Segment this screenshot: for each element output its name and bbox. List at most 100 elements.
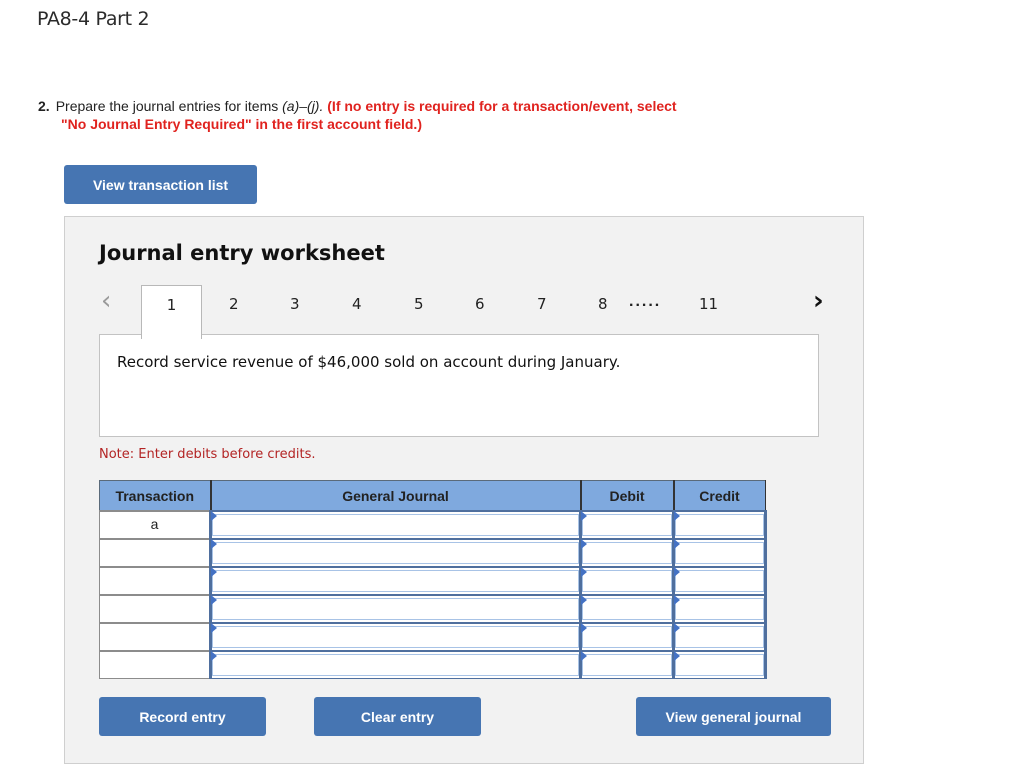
flag-icon <box>581 651 587 661</box>
account-field[interactable] <box>212 514 579 536</box>
journal-row <box>99 594 767 624</box>
debit-field[interactable] <box>582 542 672 564</box>
debit-field[interactable] <box>582 598 672 620</box>
account-field[interactable] <box>212 654 579 676</box>
transaction-label: a <box>150 516 159 532</box>
credit-cell <box>672 622 767 652</box>
tab-1[interactable]: 1 <box>141 285 202 339</box>
credit-field[interactable] <box>675 542 764 564</box>
flag-icon <box>674 539 680 549</box>
worksheet-title: Journal entry worksheet <box>99 241 385 265</box>
instruction-text: Prepare the journal entries for items <box>55 98 283 114</box>
debit-cell <box>579 538 675 568</box>
transaction-label <box>100 540 209 544</box>
dropdown-flag-icon <box>211 567 217 577</box>
debit-cell <box>579 566 675 596</box>
instruction-number: 2. <box>38 98 50 114</box>
clear-entry-button[interactable]: Clear entry <box>314 697 481 736</box>
tab-5[interactable]: 5 <box>414 295 424 313</box>
journal-row: a <box>99 510 767 540</box>
transaction-cell <box>99 566 211 596</box>
debit-field[interactable] <box>582 654 672 676</box>
record-entry-button[interactable]: Record entry <box>99 697 266 736</box>
flag-icon <box>674 623 680 633</box>
tab-3[interactable]: 3 <box>290 295 300 313</box>
chevron-left-icon[interactable]: ‹ <box>101 288 111 314</box>
credit-cell <box>672 566 767 596</box>
account-cell <box>209 594 582 624</box>
account-cell <box>209 650 582 679</box>
flag-icon <box>581 595 587 605</box>
credit-field[interactable] <box>675 514 764 536</box>
flag-icon <box>674 511 680 521</box>
account-cell <box>209 538 582 568</box>
journal-row <box>99 566 767 596</box>
transaction-description-box: Record service revenue of $46,000 sold o… <box>99 334 819 437</box>
page-title: PA8-4 Part 2 <box>37 8 150 30</box>
flag-icon <box>581 623 587 633</box>
credit-field[interactable] <box>675 570 764 592</box>
flag-icon <box>581 539 587 549</box>
debit-field[interactable] <box>582 626 672 648</box>
credit-cell <box>672 594 767 624</box>
debit-cell <box>579 510 675 540</box>
tab-4[interactable]: 4 <box>352 295 362 313</box>
header-credit: Credit <box>673 480 766 512</box>
journal-entry-worksheet: Journal entry worksheet ‹ 1 2 3 4 5 6 7 … <box>64 216 864 764</box>
journal-table: Transaction General Journal Debit Credit… <box>99 480 767 679</box>
dropdown-flag-icon <box>211 651 217 661</box>
flag-icon <box>674 651 680 661</box>
chevron-right-icon[interactable]: › <box>813 288 824 314</box>
transaction-cell <box>99 622 211 652</box>
transaction-label <box>100 568 209 572</box>
tab-2[interactable]: 2 <box>229 295 239 313</box>
credit-field[interactable] <box>675 654 764 676</box>
header-general-journal: General Journal <box>210 480 582 512</box>
tab-7[interactable]: 7 <box>537 295 547 313</box>
instruction-warning-line1: (If no entry is required for a transacti… <box>327 98 677 114</box>
journal-header-row: Transaction General Journal Debit Credit <box>99 480 766 512</box>
view-transaction-list-button[interactable]: View transaction list <box>64 165 257 204</box>
credit-cell <box>672 650 767 679</box>
items-range: (a)–(j). <box>282 98 324 114</box>
tab-6[interactable]: 6 <box>475 295 485 313</box>
credit-cell <box>672 510 767 540</box>
transaction-label <box>100 624 209 628</box>
journal-row <box>99 622 767 652</box>
flag-icon <box>581 511 587 521</box>
transaction-cell: a <box>99 510 211 540</box>
journal-row <box>99 538 767 568</box>
header-debit: Debit <box>580 480 675 512</box>
transaction-label <box>100 652 209 656</box>
debit-field[interactable] <box>582 570 672 592</box>
debit-field[interactable] <box>582 514 672 536</box>
credit-field[interactable] <box>675 626 764 648</box>
dropdown-flag-icon <box>211 539 217 549</box>
view-general-journal-button[interactable]: View general journal <box>636 697 831 736</box>
account-cell <box>209 566 582 596</box>
dropdown-flag-icon <box>211 595 217 605</box>
header-transaction: Transaction <box>99 480 212 512</box>
flag-icon <box>674 567 680 577</box>
journal-row <box>99 650 767 679</box>
tab-8[interactable]: 8 <box>598 295 608 313</box>
credit-field[interactable] <box>675 598 764 620</box>
dropdown-flag-icon <box>211 623 217 633</box>
flag-icon <box>674 595 680 605</box>
transaction-cell <box>99 538 211 568</box>
flag-icon <box>581 567 587 577</box>
account-field[interactable] <box>212 570 579 592</box>
debit-cell <box>579 650 675 679</box>
pager-ellipsis: ..... <box>629 293 662 310</box>
account-field[interactable] <box>212 598 579 620</box>
account-cell <box>209 510 582 540</box>
account-field[interactable] <box>212 626 579 648</box>
credit-cell <box>672 538 767 568</box>
dropdown-flag-icon <box>211 511 217 521</box>
transaction-cell <box>99 650 211 679</box>
entry-note: Note: Enter debits before credits. <box>99 447 316 462</box>
tab-11[interactable]: 11 <box>699 295 718 313</box>
instruction-warning-line2: "No Journal Entry Required" in the first… <box>61 116 422 132</box>
account-field[interactable] <box>212 542 579 564</box>
transaction-cell <box>99 594 211 624</box>
